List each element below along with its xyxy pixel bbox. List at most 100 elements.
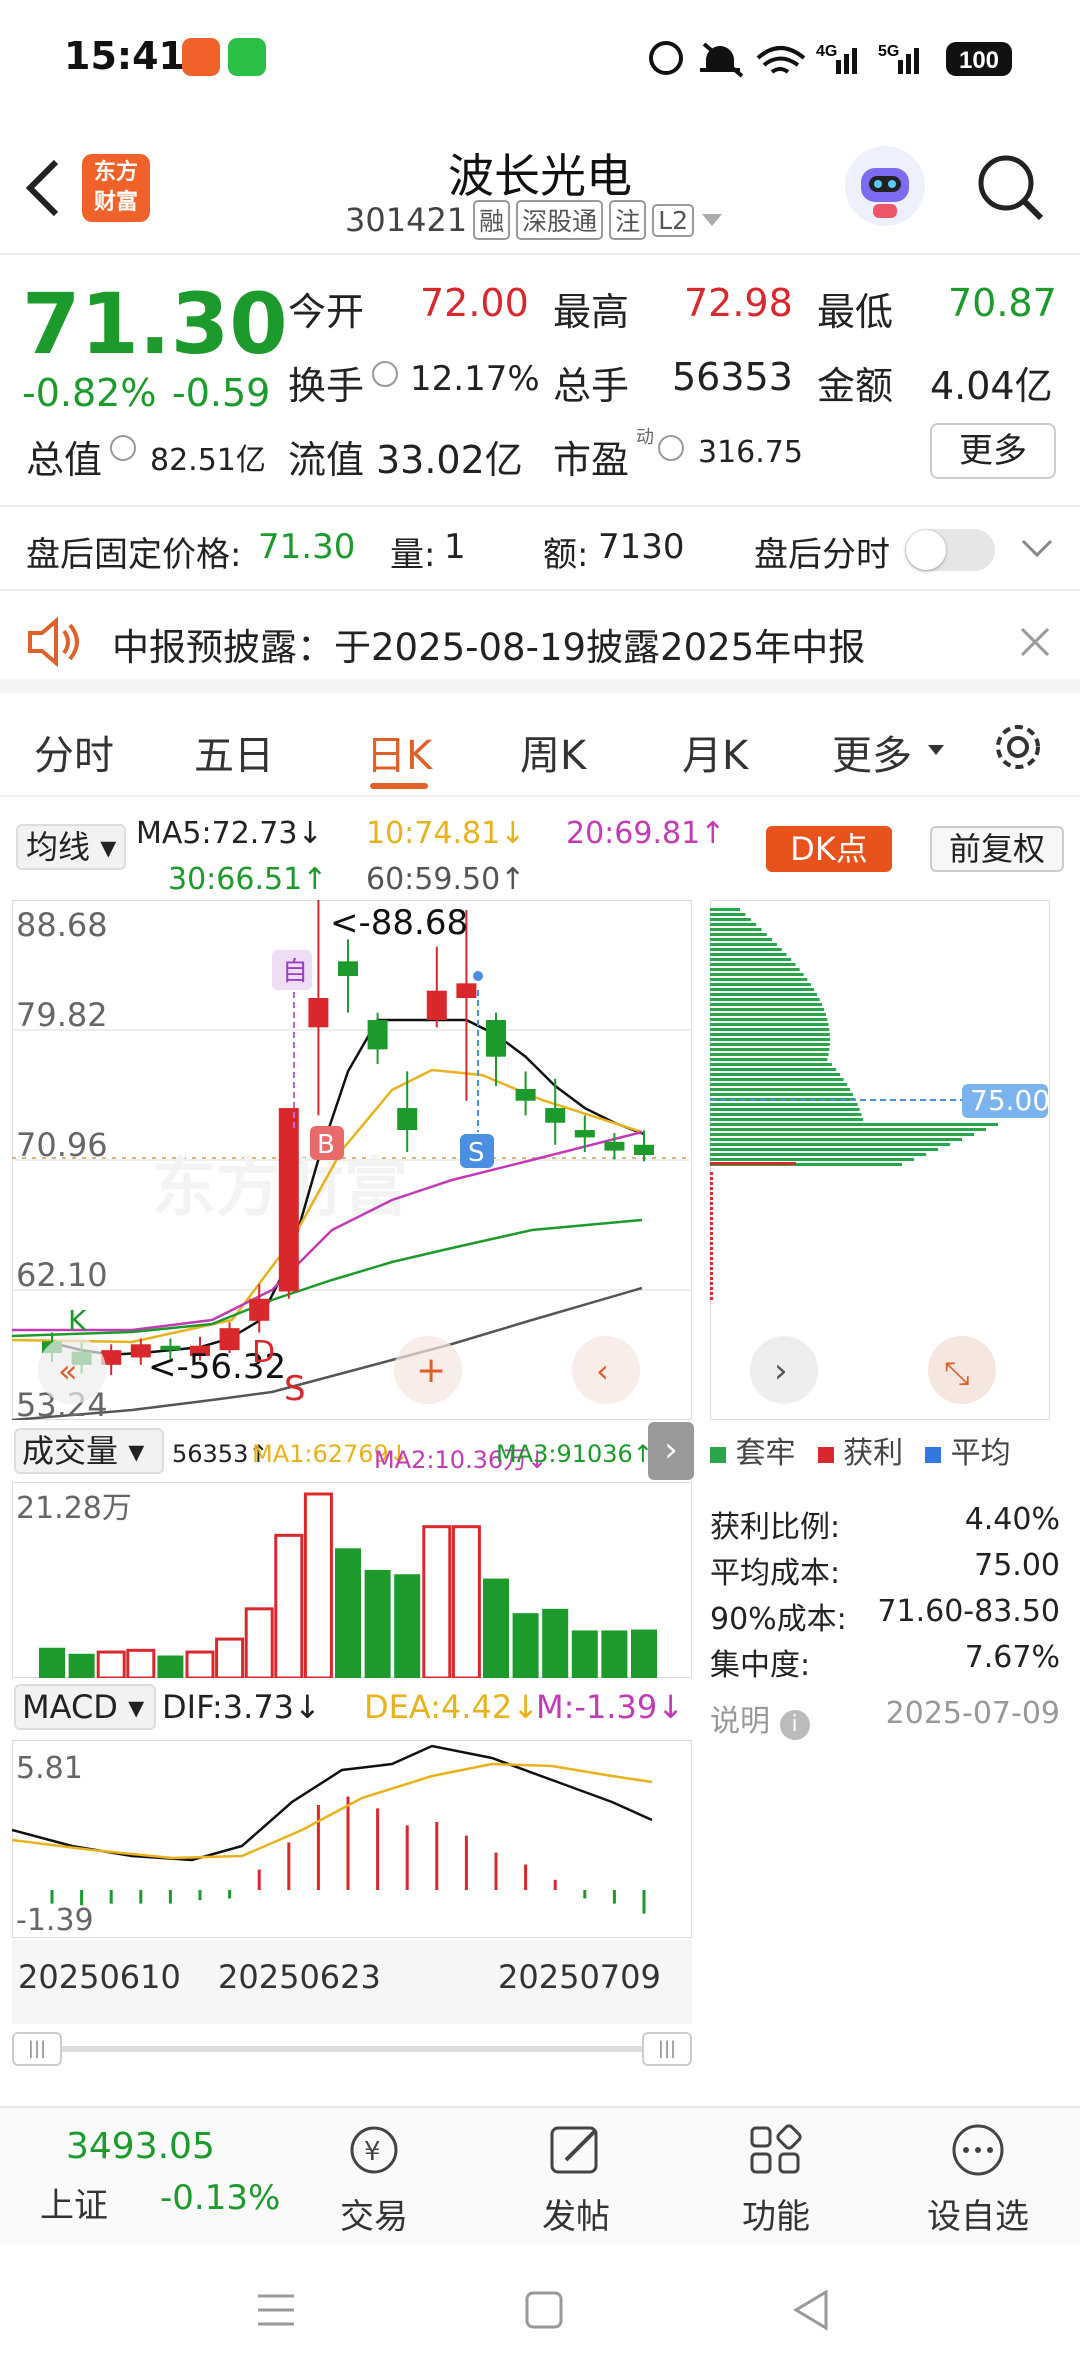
chip-bar xyxy=(710,1177,713,1180)
robot-avatar[interactable] xyxy=(845,146,925,226)
candle-body xyxy=(456,983,477,999)
svg-text:¥: ¥ xyxy=(364,2137,381,2167)
stock-code-line[interactable]: 301421 融 深股通 注 L2 xyxy=(345,200,724,240)
info-icon[interactable] xyxy=(372,361,398,387)
chip-row-avg-cost: 平均成本: 75.00 xyxy=(710,1548,1060,1591)
volume-bar xyxy=(571,1630,598,1678)
volume-chart[interactable]: 21.28万 xyxy=(12,1482,692,1678)
macd-chart[interactable]: 5.81 -1.39 xyxy=(12,1740,692,1938)
chip-note-row: 说明 i 2025-07-09 xyxy=(710,1696,1060,1742)
chip-bar xyxy=(710,1083,848,1086)
status-icons: 4G 5G 100 xyxy=(649,41,1012,78)
macd-top-label: 5.81 xyxy=(16,1751,83,1786)
candle-body xyxy=(634,1144,654,1156)
chip-bar xyxy=(710,993,818,996)
chip-bar xyxy=(710,1287,713,1290)
kline-chart[interactable]: 东方财富 88.68 79.82 70.96 62.10 53.24 <-88.… xyxy=(12,900,692,1420)
chip-bar xyxy=(710,1023,829,1026)
tab-weekly-k[interactable]: 周K xyxy=(520,723,586,781)
nav-functions[interactable]: 功能 xyxy=(706,2120,846,2238)
info-icon[interactable] xyxy=(658,435,684,461)
info-icon[interactable] xyxy=(110,435,136,461)
candle-body xyxy=(338,961,358,977)
after-hours-toggle[interactable] xyxy=(905,529,995,571)
volume-bar xyxy=(303,1492,333,1678)
low-value: 70.87 xyxy=(948,281,1057,325)
chip-bar xyxy=(710,1028,830,1031)
volume-ma3: MA3:91036↑ xyxy=(496,1440,653,1468)
chip-row-concentration: 集中度: 7.67% xyxy=(710,1640,1060,1683)
chip-bar xyxy=(710,923,757,926)
volume-bar xyxy=(157,1655,184,1678)
tab-5day[interactable]: 五日 xyxy=(194,723,274,781)
legend-profit: 获利 xyxy=(843,1436,904,1471)
tab-monthly-k[interactable]: 月K xyxy=(682,723,748,781)
chip-bar xyxy=(710,1237,713,1240)
volume-bar xyxy=(364,1569,391,1678)
macd-header: MACD ▾ DIF:3.73↓ DEA:4.42↓ M:-1.39↓ xyxy=(12,1684,692,1734)
chip-bar xyxy=(710,1272,713,1275)
y-tick-1: 88.68 xyxy=(16,906,108,944)
notice-bar[interactable]: 中报预披露：于2025-08-19披露2025年中报 xyxy=(0,593,1080,693)
chip-bar xyxy=(710,908,740,911)
chip-bar xyxy=(710,938,772,941)
search-icon[interactable] xyxy=(975,152,1047,224)
more-quote-button[interactable]: 更多 xyxy=(930,423,1056,479)
chip-bar xyxy=(710,1252,713,1255)
stock-code: 301421 xyxy=(345,201,468,239)
chip-bar xyxy=(710,953,787,956)
pe-value: 316.75 xyxy=(698,435,803,470)
adjust-mode-button[interactable]: 前复权 xyxy=(930,826,1064,872)
nav-add-watchlist[interactable]: 设自选 xyxy=(908,2120,1048,2238)
float-value: 33.02亿 xyxy=(376,438,523,482)
chip-bar xyxy=(710,1003,823,1006)
chip-bar xyxy=(710,1247,713,1250)
home-icon[interactable] xyxy=(524,2290,564,2330)
candle-body xyxy=(515,1088,536,1101)
after-hours-amt-label: 额: xyxy=(543,535,589,575)
tab-daily-k[interactable]: 日K xyxy=(366,723,432,781)
chip-bar xyxy=(710,1292,713,1295)
close-icon[interactable] xyxy=(1018,625,1052,659)
note-label[interactable]: 说明 xyxy=(710,1704,770,1739)
macd-selector[interactable]: MACD ▾ xyxy=(14,1684,156,1730)
menu-icon[interactable] xyxy=(256,2290,296,2330)
nav-trade[interactable]: ¥ 交易 xyxy=(304,2120,444,2238)
candle-body xyxy=(574,1130,595,1138)
stock-header: 东方 财富 波长光电 301421 融 深股通 注 L2 xyxy=(0,120,1080,255)
chip-bar xyxy=(710,1058,828,1061)
volume-expand-button[interactable]: › xyxy=(648,1422,694,1480)
high-value: 72.98 xyxy=(684,281,793,325)
volume-selector[interactable]: 成交量 ▾ xyxy=(14,1428,164,1474)
nav-post[interactable]: 发帖 xyxy=(506,2120,646,2238)
chip-bar xyxy=(710,948,782,951)
tag-registered: 注 xyxy=(609,200,647,240)
chip-bar xyxy=(710,963,796,966)
index-quote[interactable]: 3493.05 上证 -0.13% xyxy=(26,2122,280,2232)
tab-more[interactable]: 更多 xyxy=(832,723,912,781)
k-marker: K xyxy=(68,1304,87,1337)
chip-stats: 套牢 获利 平均 获利比例: 4.40% 平均成本: 75.00 90%成本: 71.… xyxy=(710,1428,1060,1740)
chip-bar xyxy=(710,933,767,936)
dk-point-button[interactable]: DK点 xyxy=(766,826,892,872)
chip-bar xyxy=(710,1113,862,1116)
tab-intraday[interactable]: 分时 xyxy=(34,723,114,781)
volume-bar xyxy=(631,1629,657,1678)
ma-selector[interactable]: 均线 ▾ xyxy=(16,824,126,870)
active-tab-indicator xyxy=(370,783,428,789)
range-slider[interactable]: ||| ||| xyxy=(12,2032,692,2066)
chevron-down-icon[interactable] xyxy=(1020,537,1054,561)
chip-bar xyxy=(710,1013,826,1016)
after-hours-timeshare-label: 盘后分时 xyxy=(754,535,890,575)
volume-bar xyxy=(601,1630,628,1678)
back-nav-icon[interactable] xyxy=(790,2288,830,2332)
gear-icon[interactable] xyxy=(990,719,1046,775)
more-dots-icon xyxy=(952,2124,1004,2176)
chip-bar xyxy=(710,1133,974,1136)
candle-body xyxy=(278,1108,299,1292)
y-tick-4: 62.10 xyxy=(16,1256,108,1294)
macd-bottom-label: -1.39 xyxy=(16,1903,94,1938)
tag-connect: 深股通 xyxy=(516,200,604,240)
chip-bar xyxy=(710,1048,830,1051)
chip-distribution-chart[interactable]: 75.00 › ⤡ xyxy=(710,900,1050,1420)
